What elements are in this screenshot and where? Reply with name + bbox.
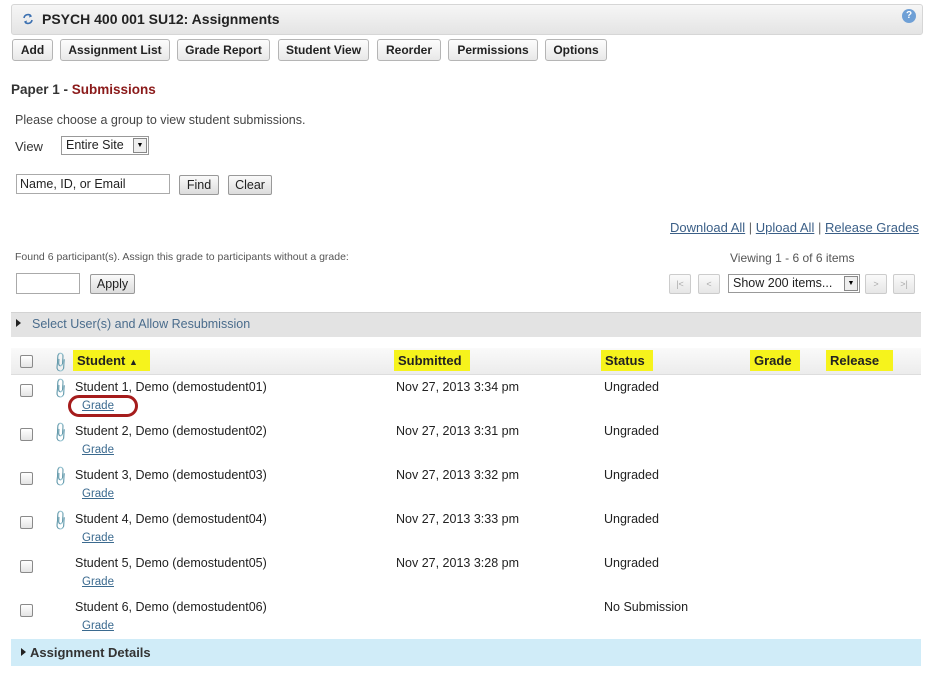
submission-status: Ungraded xyxy=(604,424,659,438)
assignment-details-toggle[interactable]: Assignment Details xyxy=(30,645,151,660)
student-name: Student 2, Demo (demostudent02) xyxy=(75,424,267,438)
last-page-button[interactable]: >| xyxy=(893,274,915,294)
grade-link[interactable]: Grade xyxy=(82,576,114,588)
reset-icon[interactable] xyxy=(22,13,34,25)
sort-ascending-icon: ▲ xyxy=(129,357,138,367)
student-name: Student 1, Demo (demostudent01) xyxy=(75,380,267,394)
dropdown-arrow-icon[interactable]: ▼ xyxy=(133,138,147,153)
row-checkbox[interactable] xyxy=(20,384,33,397)
student-header-label: Student xyxy=(77,353,126,368)
download-all-link[interactable]: Download All xyxy=(670,220,745,235)
page-size-select[interactable]: Show 200 items... ▼ xyxy=(728,274,860,293)
submission-status: No Submission xyxy=(604,600,689,614)
submitted-date: Nov 27, 2013 3:32 pm xyxy=(396,468,519,482)
first-page-button[interactable]: |< xyxy=(669,274,691,294)
dropdown-arrow-icon[interactable]: ▼ xyxy=(844,276,858,291)
reorder-button[interactable]: Reorder xyxy=(377,39,441,61)
expand-triangle-icon[interactable] xyxy=(21,648,26,656)
submission-status: Ungraded xyxy=(604,380,659,394)
row-checkbox[interactable] xyxy=(20,428,33,441)
student-name: Student 4, Demo (demostudent04) xyxy=(75,512,267,526)
view-select-value: Entire Site xyxy=(66,138,124,152)
submitted-date: Nov 27, 2013 3:33 pm xyxy=(396,512,519,526)
assignment-list-button[interactable]: Assignment List xyxy=(60,39,170,61)
grade-link[interactable]: Grade xyxy=(82,488,114,500)
submitted-column-header[interactable]: Submitted xyxy=(394,350,470,371)
grade-link[interactable]: Grade xyxy=(82,620,114,632)
view-label: View xyxy=(15,139,43,154)
help-icon[interactable]: ? xyxy=(902,9,916,23)
view-select[interactable]: Entire Site ▼ xyxy=(61,136,149,155)
grade-column-header[interactable]: Grade xyxy=(750,350,800,371)
student-column-header[interactable]: Student ▲ xyxy=(73,350,150,371)
grade-report-button[interactable]: Grade Report xyxy=(177,39,270,61)
row-checkbox[interactable] xyxy=(20,560,33,573)
clear-button[interactable]: Clear xyxy=(228,175,272,195)
separator: | xyxy=(817,220,822,235)
row-checkbox[interactable] xyxy=(20,516,33,529)
group-instructions: Please choose a group to view student su… xyxy=(15,113,306,127)
page-size-value: Show 200 items... xyxy=(733,276,833,290)
page-title: PSYCH 400 001 SU12: Assignments xyxy=(42,11,280,27)
status-column-header[interactable]: Status xyxy=(601,350,653,371)
submission-status: Ungraded xyxy=(604,556,659,570)
permissions-button[interactable]: Permissions xyxy=(448,39,538,61)
release-column-header[interactable]: Release xyxy=(826,350,893,371)
row-checkbox[interactable] xyxy=(20,604,33,617)
row-checkbox[interactable] xyxy=(20,472,33,485)
submitted-date: Nov 27, 2013 3:31 pm xyxy=(396,424,519,438)
options-button[interactable]: Options xyxy=(545,39,607,61)
add-button[interactable]: Add xyxy=(12,39,53,61)
find-button[interactable]: Find xyxy=(179,175,219,195)
submission-status: Ungraded xyxy=(604,468,659,482)
student-view-button[interactable]: Student View xyxy=(278,39,369,61)
expand-triangle-icon[interactable] xyxy=(16,319,21,327)
student-name: Student 6, Demo (demostudent06) xyxy=(75,600,267,614)
submitted-date: Nov 27, 2013 3:28 pm xyxy=(396,556,519,570)
viewing-count: Viewing 1 - 6 of 6 items xyxy=(730,251,855,265)
default-grade-input[interactable] xyxy=(16,273,80,294)
assignment-title: Paper 1 - xyxy=(11,82,72,97)
grade-link-highlight xyxy=(68,395,138,417)
apply-button[interactable]: Apply xyxy=(90,274,135,294)
assignment-heading: Paper 1 - Submissions xyxy=(11,82,156,97)
submitted-date: Nov 27, 2013 3:34 pm xyxy=(396,380,519,394)
found-participants-text: Found 6 participant(s). Assign this grad… xyxy=(15,251,349,263)
upload-all-link[interactable]: Upload All xyxy=(756,220,815,235)
submissions-title: Submissions xyxy=(71,82,156,97)
prev-page-button[interactable]: < xyxy=(698,274,720,294)
select-all-checkbox[interactable] xyxy=(20,355,33,368)
grade-link[interactable]: Grade xyxy=(82,532,114,544)
bulk-actions: Download All | Upload All | Release Grad… xyxy=(670,220,919,235)
release-grades-link[interactable]: Release Grades xyxy=(825,220,919,235)
student-name: Student 3, Demo (demostudent03) xyxy=(75,468,267,482)
separator: | xyxy=(748,220,753,235)
search-input[interactable]: Name, ID, or Email xyxy=(16,174,170,194)
resubmission-toggle[interactable]: Select User(s) and Allow Resubmission xyxy=(32,317,250,331)
student-name: Student 5, Demo (demostudent05) xyxy=(75,556,267,570)
next-page-button[interactable]: > xyxy=(865,274,887,294)
grade-link[interactable]: Grade xyxy=(82,444,114,456)
submission-status: Ungraded xyxy=(604,512,659,526)
